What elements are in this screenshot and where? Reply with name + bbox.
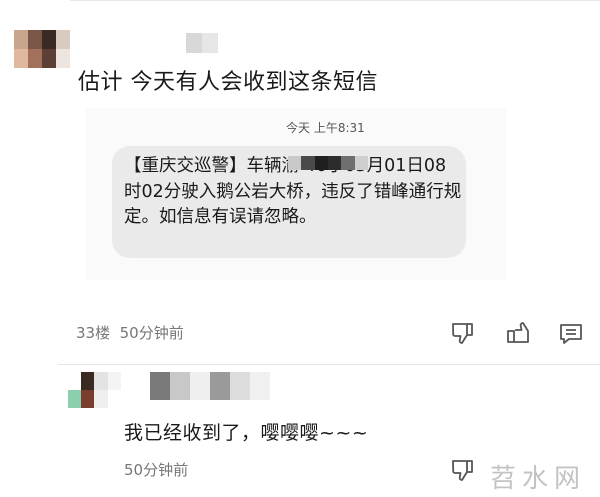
username-blurred[interactable] — [186, 33, 218, 53]
floor-number: 33楼 — [76, 324, 111, 342]
comment-icon[interactable] — [558, 321, 584, 347]
avatar[interactable] — [14, 30, 70, 68]
comment-divider — [58, 364, 600, 365]
thumbs-up-icon[interactable] — [505, 320, 531, 346]
avatar[interactable] — [68, 372, 134, 408]
license-plate-redaction — [288, 156, 368, 170]
sms-timestamp: 今天 上午8:31 — [286, 121, 365, 135]
thumbs-down-icon[interactable] — [450, 320, 476, 346]
comment-time: 50分钟前 — [119, 324, 184, 342]
comment-text: 估计 今天有人会收到这条短信 — [78, 70, 378, 95]
username-blurred[interactable] — [150, 372, 270, 400]
thumbs-down-icon[interactable] — [450, 457, 476, 483]
top-divider — [70, 0, 600, 1]
reply-text: 我已经收到了，嘤嘤嘤~~~ — [124, 422, 369, 444]
site-watermark: 苕水网 — [490, 464, 587, 494]
comment-time: 50分钟前 — [124, 461, 189, 479]
comment-meta: 33楼 50分钟前 — [76, 322, 184, 343]
